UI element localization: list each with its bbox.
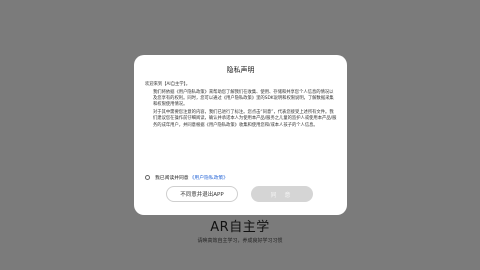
- privacy-dialog: 隐私声明 欢迎来到【AI自主学】。 我们将依据《用户隐私政策》来帮助您了解我们在…: [134, 55, 347, 215]
- consent-checkbox[interactable]: [145, 174, 150, 180]
- privacy-policy-link[interactable]: 《用户隐私政策》: [190, 174, 228, 181]
- app-title: AR自主学: [210, 220, 270, 235]
- agree-button[interactable]: 同 意: [251, 186, 313, 202]
- consent-label: 我已阅读并同意: [155, 175, 189, 181]
- consent-row[interactable]: 我已阅读并同意 《用户隐私政策》: [145, 172, 228, 182]
- policy-paragraph-2: 对于其中需要您注意的内容，我们已进行了标注。您点击“同意”，代表您接受上述所有文…: [153, 110, 337, 128]
- disagree-exit-button[interactable]: 不同意并退出APP: [166, 186, 238, 202]
- app-slogan: 请唤高效自主学习，养成良好学习习惯: [197, 238, 283, 244]
- greeting-text: 欢迎来到【AI自主学】。: [145, 82, 191, 87]
- dialog-buttons: 不同意并退出APP 同 意: [166, 186, 313, 202]
- dialog-title: 隐私声明: [226, 66, 255, 74]
- policy-paragraph-1: 我们将依据《用户隐私政策》来帮助您了解我们在收集、使用、存储和共享您个人信息的情…: [153, 90, 334, 108]
